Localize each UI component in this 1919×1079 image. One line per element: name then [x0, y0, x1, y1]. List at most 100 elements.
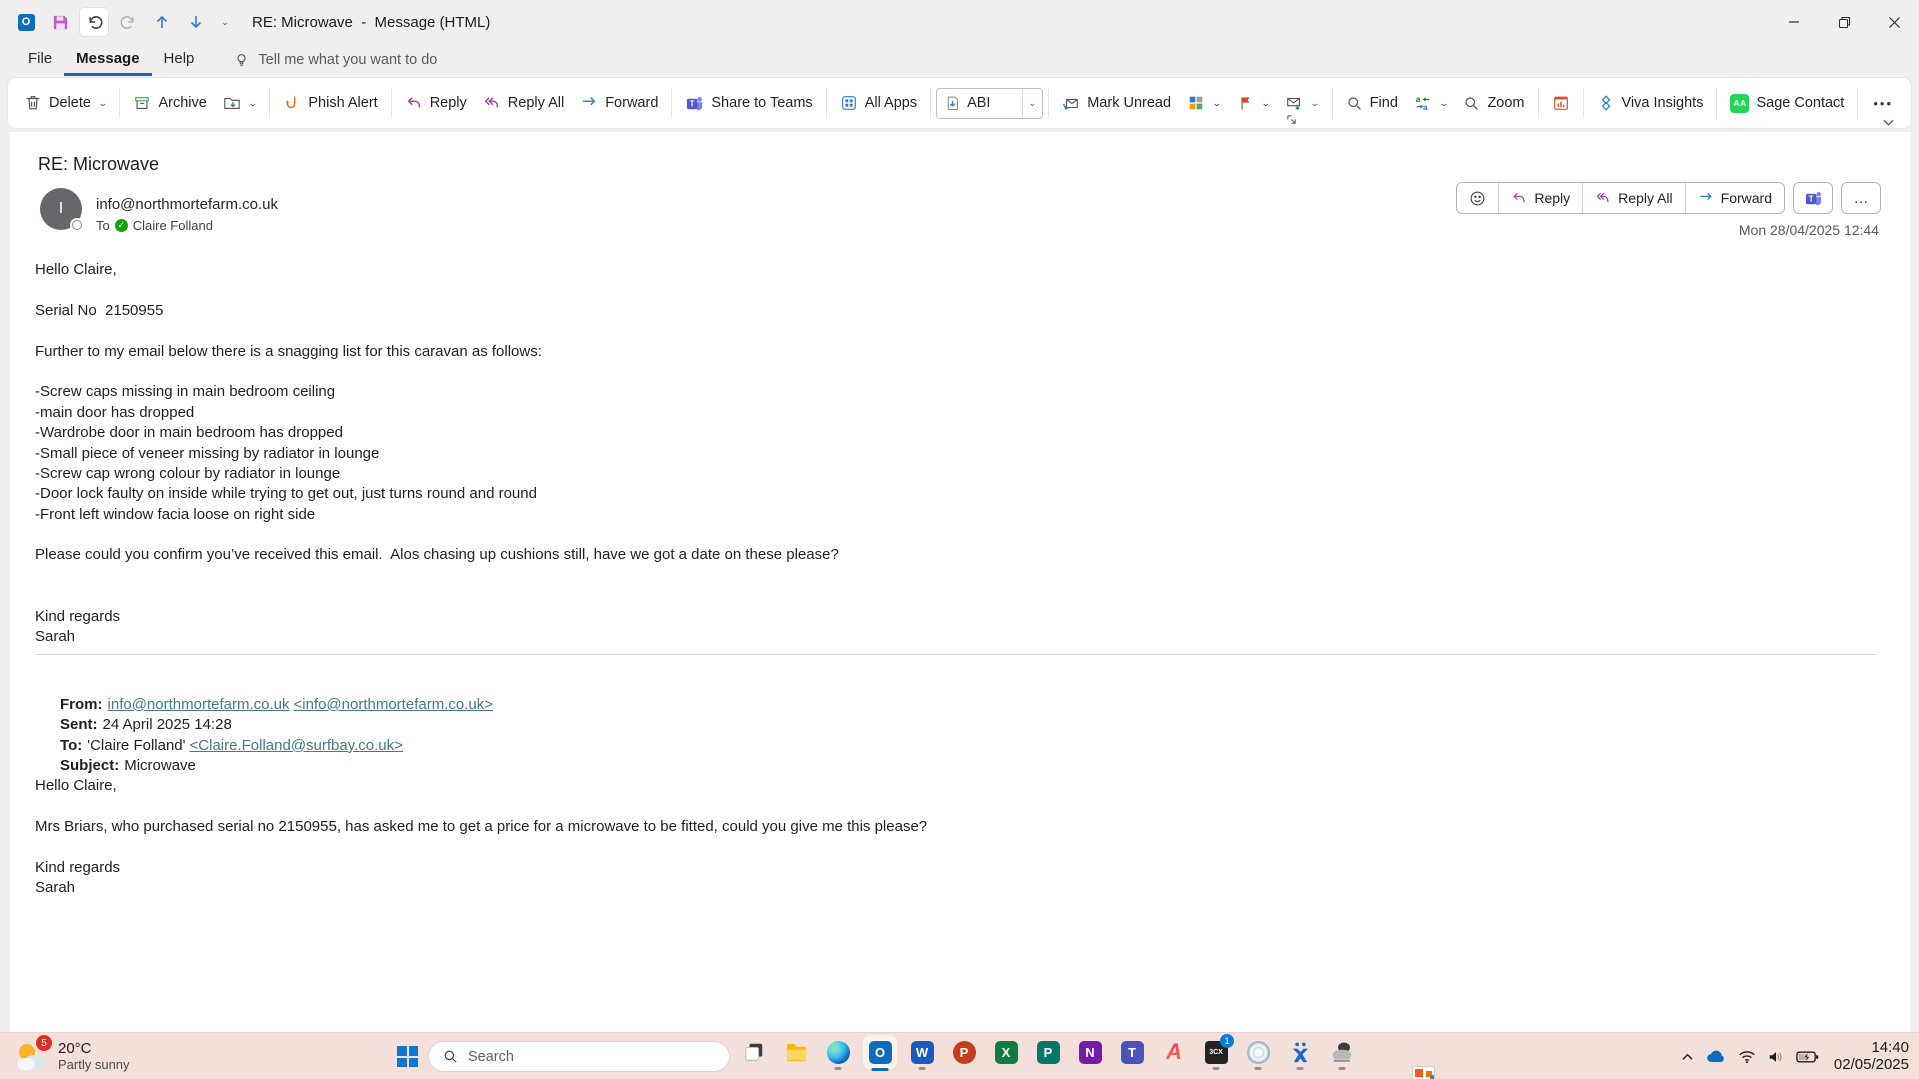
battery-icon[interactable] — [1796, 1050, 1819, 1064]
reply-all-button-header[interactable]: Reply All — [1583, 183, 1686, 213]
taskbar-search[interactable]: Search — [428, 1041, 730, 1072]
weather-widget[interactable]: 5 20°C Partly sunny — [14, 1035, 130, 1074]
word-button[interactable]: W — [910, 1040, 934, 1070]
scanner-app-button[interactable] — [1330, 1040, 1354, 1070]
tell-me-box[interactable]: Tell me what you want to do — [234, 44, 437, 76]
from-email-bracketed-link[interactable]: <info@northmortefarm.co.uk> — [293, 696, 492, 713]
archive-label: Archive — [158, 95, 207, 111]
undo-button[interactable] — [80, 8, 108, 36]
task-view-button[interactable] — [742, 1040, 766, 1064]
delete-button[interactable]: Delete ⌄ — [16, 85, 114, 121]
avatar[interactable]: I — [40, 188, 84, 232]
phish-alert-label: Phish Alert — [308, 95, 378, 111]
forward-button-header[interactable]: Forward — [1686, 183, 1784, 213]
collapse-ribbon-button[interactable] — [1882, 118, 1895, 127]
teams-button[interactable]: T — [1120, 1040, 1144, 1064]
body-line: Hello Claire, — [35, 261, 117, 278]
redo-button[interactable] — [114, 8, 142, 36]
x-app-button[interactable] — [1288, 1040, 1312, 1070]
viva-insights-button[interactable]: Viva Insights — [1589, 85, 1712, 121]
translate-button[interactable]: aa ⌄ — [1406, 85, 1456, 121]
share-to-teams-button[interactable]: T Share to Teams — [677, 85, 820, 121]
follow-up-button[interactable]: ⌄ — [1229, 85, 1278, 121]
teams-icon: T — [1805, 191, 1821, 205]
reply-icon — [407, 97, 420, 108]
start-button[interactable] — [397, 1046, 418, 1067]
weather-icon: 5 — [14, 1035, 52, 1074]
close-button[interactable] — [1869, 0, 1919, 44]
customize-qat-button[interactable]: ⌄ — [216, 8, 234, 36]
reply-button[interactable]: Reply — [397, 85, 475, 121]
move-button[interactable]: ⌄ — [215, 85, 265, 121]
all-apps-grid-icon — [841, 96, 856, 110]
dialog-launcher-icon[interactable] — [1286, 114, 1297, 125]
powerpoint-button[interactable]: P — [952, 1040, 976, 1064]
archive-icon — [135, 97, 150, 109]
rules-button[interactable]: ⌄ — [1277, 85, 1327, 121]
tray-chevron-up-icon[interactable] — [1681, 1052, 1694, 1062]
lightbulb-icon — [237, 53, 247, 66]
next-item-button[interactable] — [182, 8, 210, 36]
a-app-button[interactable]: A — [1162, 1039, 1186, 1064]
find-button[interactable]: Find — [1338, 85, 1406, 121]
divider — [1857, 88, 1859, 118]
edge-button[interactable] — [826, 1040, 850, 1070]
notification-toast-peek[interactable] — [1412, 1066, 1435, 1079]
categorize-button[interactable]: ⌄ — [1179, 85, 1229, 121]
forward-button[interactable]: Forward — [572, 85, 666, 121]
taskbar-clock[interactable]: 14:40 02/05/2025 — [1834, 1039, 1909, 1073]
quick-steps-box[interactable]: ABI ⌄ — [936, 87, 1044, 119]
quote-body-line: Kind regards — [35, 858, 121, 876]
3cx-button[interactable]: 3CX 1 — [1204, 1034, 1234, 1070]
file-explorer-button[interactable] — [784, 1040, 808, 1064]
mark-unread-label: Mark Unread — [1087, 95, 1172, 111]
zoom-button[interactable]: Zoom — [1455, 85, 1532, 121]
to-email-link[interactable]: <Claire.Folland@surfbay.co.uk> — [190, 737, 403, 754]
reactions-button[interactable] — [1457, 183, 1500, 213]
sage-contact-button[interactable]: AA Sage Contact — [1722, 85, 1852, 121]
dial-app-button[interactable] — [1246, 1040, 1270, 1070]
insights-button[interactable] — [1544, 85, 1578, 121]
all-apps-button[interactable]: All Apps — [832, 85, 925, 121]
onenote-icon: N — [1078, 1040, 1102, 1064]
restore-button[interactable] — [1819, 0, 1869, 44]
flag-icon — [1241, 97, 1250, 109]
outlook-button[interactable]: O — [868, 1040, 892, 1071]
tell-me-label: Tell me what you want to do — [258, 52, 438, 68]
recipient-name[interactable]: Claire Folland — [133, 218, 213, 233]
volume-icon[interactable] — [1767, 1049, 1785, 1065]
ribbon-more-button[interactable]: ••• — [1863, 96, 1903, 111]
arrow-up-icon — [156, 15, 168, 28]
minimize-button[interactable] — [1769, 0, 1819, 44]
divider — [1582, 88, 1584, 118]
divider — [671, 88, 673, 118]
onedrive-icon[interactable] — [1705, 1049, 1727, 1064]
archive-button[interactable]: Archive — [125, 85, 214, 121]
tab-file[interactable]: File — [16, 44, 64, 76]
weather-condition: Partly sunny — [58, 1057, 130, 1072]
quote-from-line: From: info@northmortefarm.co.uk <info@nort… — [35, 674, 1877, 713]
excel-button[interactable]: X — [994, 1040, 1018, 1064]
sender-email[interactable]: info@northmortefarm.co.uk — [96, 196, 278, 213]
tab-help[interactable]: Help — [152, 44, 207, 76]
onenote-button[interactable]: N — [1078, 1040, 1102, 1064]
chevron-down-icon[interactable]: ⌄ — [1021, 88, 1043, 118]
save-button[interactable] — [46, 8, 74, 36]
chevron-down-icon: ⌄ — [1309, 97, 1320, 108]
tab-message[interactable]: Message — [64, 44, 152, 76]
phish-alert-button[interactable]: Phish Alert — [275, 85, 385, 121]
active-indicator — [871, 1068, 889, 1071]
from-email-link[interactable]: info@northmortefarm.co.uk — [108, 696, 290, 713]
divider — [119, 88, 121, 118]
publisher-button[interactable]: P — [1036, 1040, 1060, 1064]
previous-item-button[interactable] — [148, 8, 176, 36]
share-to-teams-header-button[interactable]: T — [1793, 182, 1833, 214]
mark-unread-button[interactable]: Mark Unread — [1054, 85, 1179, 121]
reply-all-button[interactable]: Reply All — [475, 85, 572, 121]
wifi-icon[interactable] — [1738, 1049, 1756, 1064]
more-actions-button[interactable]: … — [1841, 182, 1881, 214]
trash-icon — [26, 96, 40, 110]
reply-button-header[interactable]: Reply — [1499, 183, 1584, 213]
excel-icon: X — [994, 1040, 1018, 1064]
taskbar: 5 20°C Partly sunny Search O W P X P N T… — [0, 1032, 1919, 1079]
